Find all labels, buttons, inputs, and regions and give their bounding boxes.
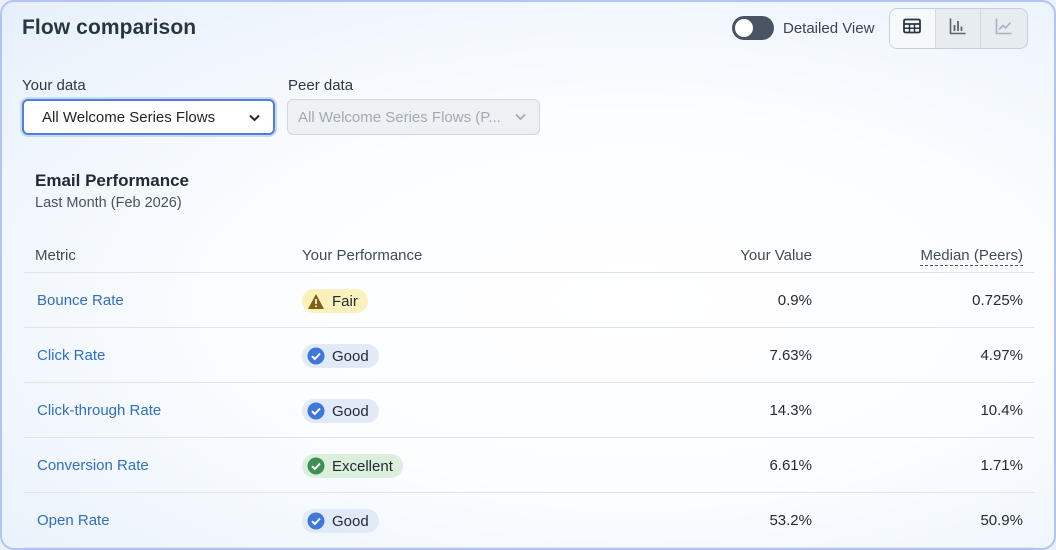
status-badge: Excellent (302, 454, 403, 478)
detailed-view-label: Detailed View (783, 20, 875, 37)
table-header: Metric Your Performance Your Value Media… (24, 239, 1034, 273)
median-value: 1.71% (980, 457, 1023, 474)
your-value: 14.3% (769, 402, 812, 419)
status-badge: Good (302, 509, 379, 533)
metric-link[interactable]: Bounce Rate (37, 292, 124, 309)
flow-comparison-card: Flow comparison Detailed View Your data … (0, 0, 1056, 550)
detailed-view-toggle[interactable] (732, 16, 774, 40)
view-switcher (889, 8, 1028, 49)
table-row: Click Rate Good 7.63% 4.97% (24, 328, 1034, 383)
your-value: 0.9% (777, 292, 812, 309)
warning-icon (307, 292, 325, 310)
status-label: Fair (332, 292, 358, 310)
your-data-select[interactable]: All Welcome Series Flows (22, 99, 275, 135)
peer-data-label: Peer data (288, 77, 354, 94)
page-title: Flow comparison (22, 16, 197, 39)
median-value: 0.725% (972, 292, 1023, 309)
header-median-peers[interactable]: Median (Peers) (920, 247, 1023, 266)
status-badge: Good (302, 344, 379, 368)
peer-data-value: All Welcome Series Flows (P... (298, 108, 501, 126)
metric-link[interactable]: Click-through Rate (37, 402, 161, 419)
your-value: 6.61% (769, 457, 812, 474)
your-value: 7.63% (769, 347, 812, 364)
check-circle-icon (307, 402, 325, 420)
your-data-value: All Welcome Series Flows (42, 108, 216, 126)
your-data-label: Your data (22, 77, 86, 94)
check-circle-icon (307, 457, 325, 475)
header-metric: Metric (35, 247, 76, 264)
performance-table: Metric Your Performance Your Value Media… (24, 239, 1034, 548)
your-value: 53.2% (769, 512, 812, 529)
table-row: Click-through Rate Good 14.3% 10.4% (24, 383, 1034, 438)
bar-chart-view-button[interactable] (936, 9, 982, 48)
section-title: Email Performance (35, 171, 190, 190)
peer-data-select[interactable]: All Welcome Series Flows (P... (287, 99, 540, 135)
line-chart-icon (995, 17, 1013, 40)
line-chart-view-button[interactable] (981, 9, 1027, 48)
status-label: Good (332, 347, 369, 365)
header-performance: Your Performance (302, 247, 423, 264)
median-value: 10.4% (980, 402, 1023, 419)
table-row: Conversion Rate Excellent 6.61% 1.71% (24, 438, 1034, 493)
chevron-down-icon (514, 110, 527, 127)
table-row: Bounce Rate Fair 0.9% 0.725% (24, 273, 1034, 328)
median-value: 4.97% (980, 347, 1023, 364)
header-value: Your Value (740, 247, 812, 264)
table-view-button[interactable] (890, 9, 936, 48)
check-circle-icon (307, 347, 325, 365)
metric-link[interactable]: Conversion Rate (37, 457, 149, 474)
table-row: Open Rate Good 53.2% 50.9% (24, 493, 1034, 548)
median-value: 50.9% (980, 512, 1023, 529)
status-badge: Good (302, 399, 379, 423)
status-badge: Fair (302, 289, 368, 313)
check-circle-icon (307, 512, 325, 530)
status-label: Excellent (332, 457, 393, 475)
bar-chart-icon (949, 17, 967, 40)
status-label: Good (332, 402, 369, 420)
toggle-knob (735, 19, 753, 37)
status-label: Good (332, 512, 369, 530)
table-icon (903, 18, 922, 39)
chevron-down-icon (248, 111, 261, 128)
metric-link[interactable]: Click Rate (37, 347, 105, 364)
section-subtitle: Last Month (Feb 2026) (35, 195, 182, 211)
metric-link[interactable]: Open Rate (37, 512, 110, 529)
